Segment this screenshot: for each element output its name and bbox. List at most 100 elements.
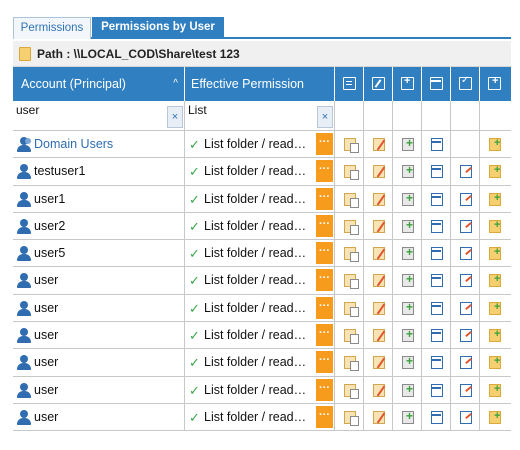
permission-cell[interactable] (480, 295, 511, 321)
permission-cell[interactable] (364, 403, 393, 431)
permission-cell[interactable] (451, 185, 480, 212)
more-details-button[interactable]: ··· (316, 378, 333, 401)
permission-cell[interactable] (422, 267, 451, 294)
more-details-button[interactable]: ··· (316, 187, 333, 210)
column-header-effective-permission[interactable]: Effective Permission (185, 67, 335, 101)
permission-cell[interactable] (393, 131, 422, 158)
more-details-button[interactable]: ··· (316, 160, 333, 183)
permission-cell[interactable] (480, 404, 511, 430)
permission-cell[interactable] (451, 294, 480, 322)
permission-cell[interactable] (335, 403, 364, 431)
permission-cell[interactable] (451, 403, 480, 431)
permission-cell[interactable] (393, 267, 422, 294)
permission-cell[interactable] (451, 131, 480, 158)
permission-cell[interactable] (364, 131, 393, 158)
permission-cell[interactable] (480, 240, 511, 266)
table-row[interactable]: user ✓ List folder / read… ··· (13, 267, 511, 295)
permission-cell[interactable] (451, 212, 480, 240)
table-row[interactable]: user ✓ List folder / read… ··· (13, 376, 511, 404)
permission-cell[interactable] (335, 294, 364, 322)
column-header-account[interactable]: Account (Principal) ^ (13, 67, 185, 101)
permission-cell[interactable] (393, 240, 422, 267)
permission-cell[interactable] (480, 267, 511, 293)
column-header-create-files[interactable] (393, 67, 422, 101)
permission-cell[interactable] (480, 131, 511, 157)
more-details-button[interactable]: ··· (316, 214, 333, 237)
table-row[interactable]: user5 ✓ List folder / read… ··· (13, 240, 511, 268)
account-cell[interactable]: user1 (13, 185, 185, 212)
permission-cell[interactable] (422, 131, 451, 158)
permission-cell[interactable] (422, 376, 451, 403)
permission-cell[interactable] (451, 267, 480, 294)
permission-cell[interactable] (451, 376, 480, 403)
tab-permissions[interactable]: Permissions (13, 17, 91, 39)
column-header-modify[interactable] (451, 67, 480, 101)
permission-cell[interactable] (393, 158, 422, 185)
account-cell[interactable]: user (13, 349, 185, 376)
permission-cell[interactable] (364, 294, 393, 322)
clear-account-filter-button[interactable]: × (167, 106, 183, 128)
permission-cell[interactable] (422, 158, 451, 185)
account-cell[interactable]: user (13, 267, 185, 294)
permission-cell[interactable] (422, 185, 451, 212)
permission-cell[interactable] (422, 403, 451, 431)
tab-permissions-by-user[interactable]: Permissions by User (92, 17, 224, 39)
column-header-read[interactable] (335, 67, 364, 101)
permission-cell[interactable] (335, 376, 364, 403)
effective-filter-input[interactable]: List (188, 103, 207, 117)
permission-cell[interactable] (451, 322, 480, 349)
permission-cell[interactable] (422, 212, 451, 240)
permission-cell[interactable] (335, 349, 364, 376)
permission-cell[interactable] (335, 267, 364, 294)
permission-cell[interactable] (393, 212, 422, 240)
permission-cell[interactable] (480, 213, 511, 239)
permission-cell[interactable] (364, 349, 393, 376)
table-row[interactable]: testuser1 ✓ List folder / read… ··· (13, 158, 511, 186)
permission-cell[interactable] (480, 322, 511, 348)
more-details-button[interactable]: ··· (316, 269, 333, 292)
more-details-button[interactable]: ··· (316, 405, 333, 428)
permission-cell[interactable] (393, 403, 422, 431)
permission-cell[interactable] (480, 158, 511, 184)
permission-cell[interactable] (364, 376, 393, 403)
permission-cell[interactable] (364, 212, 393, 240)
permission-cell[interactable] (364, 267, 393, 294)
permission-cell[interactable] (422, 294, 451, 322)
account-cell[interactable]: user (13, 294, 185, 322)
account-cell[interactable]: user (13, 376, 185, 403)
column-header-write[interactable] (364, 67, 393, 101)
permission-cell[interactable] (335, 240, 364, 267)
account-cell[interactable]: user5 (13, 240, 185, 267)
permission-cell[interactable] (480, 349, 511, 375)
account-cell[interactable]: user2 (13, 212, 185, 240)
permission-cell[interactable] (422, 322, 451, 349)
account-cell[interactable]: Domain Users (13, 131, 185, 158)
permission-cell[interactable] (364, 240, 393, 267)
permission-cell[interactable] (364, 185, 393, 212)
more-details-button[interactable]: ··· (316, 296, 333, 319)
table-row[interactable]: user1 ✓ List folder / read… ··· (13, 185, 511, 213)
more-details-button[interactable]: ··· (316, 242, 333, 265)
permission-cell[interactable] (422, 349, 451, 376)
column-header-create-folder[interactable] (480, 67, 511, 101)
account-filter-input[interactable]: user (16, 103, 39, 117)
table-row[interactable]: Domain Users ✓ List folder / read… ··· (13, 131, 511, 159)
more-details-button[interactable]: ··· (316, 133, 333, 155)
account-cell[interactable]: user (13, 322, 185, 349)
column-header-list[interactable] (422, 67, 451, 101)
more-details-button[interactable]: ··· (316, 351, 333, 374)
account-cell[interactable]: user (13, 403, 185, 431)
permission-cell[interactable] (335, 158, 364, 185)
permission-cell[interactable] (335, 131, 364, 158)
permission-cell[interactable] (364, 158, 393, 185)
table-row[interactable]: user ✓ List folder / read… ··· (13, 349, 511, 377)
permission-cell[interactable] (451, 349, 480, 376)
permission-cell[interactable] (364, 322, 393, 349)
permission-cell[interactable] (451, 240, 480, 267)
permission-cell[interactable] (480, 377, 511, 403)
permission-cell[interactable] (422, 240, 451, 267)
permission-cell[interactable] (393, 294, 422, 322)
more-details-button[interactable]: ··· (316, 324, 333, 347)
permission-cell[interactable] (393, 322, 422, 349)
table-row[interactable]: user ✓ List folder / read… ··· (13, 322, 511, 350)
